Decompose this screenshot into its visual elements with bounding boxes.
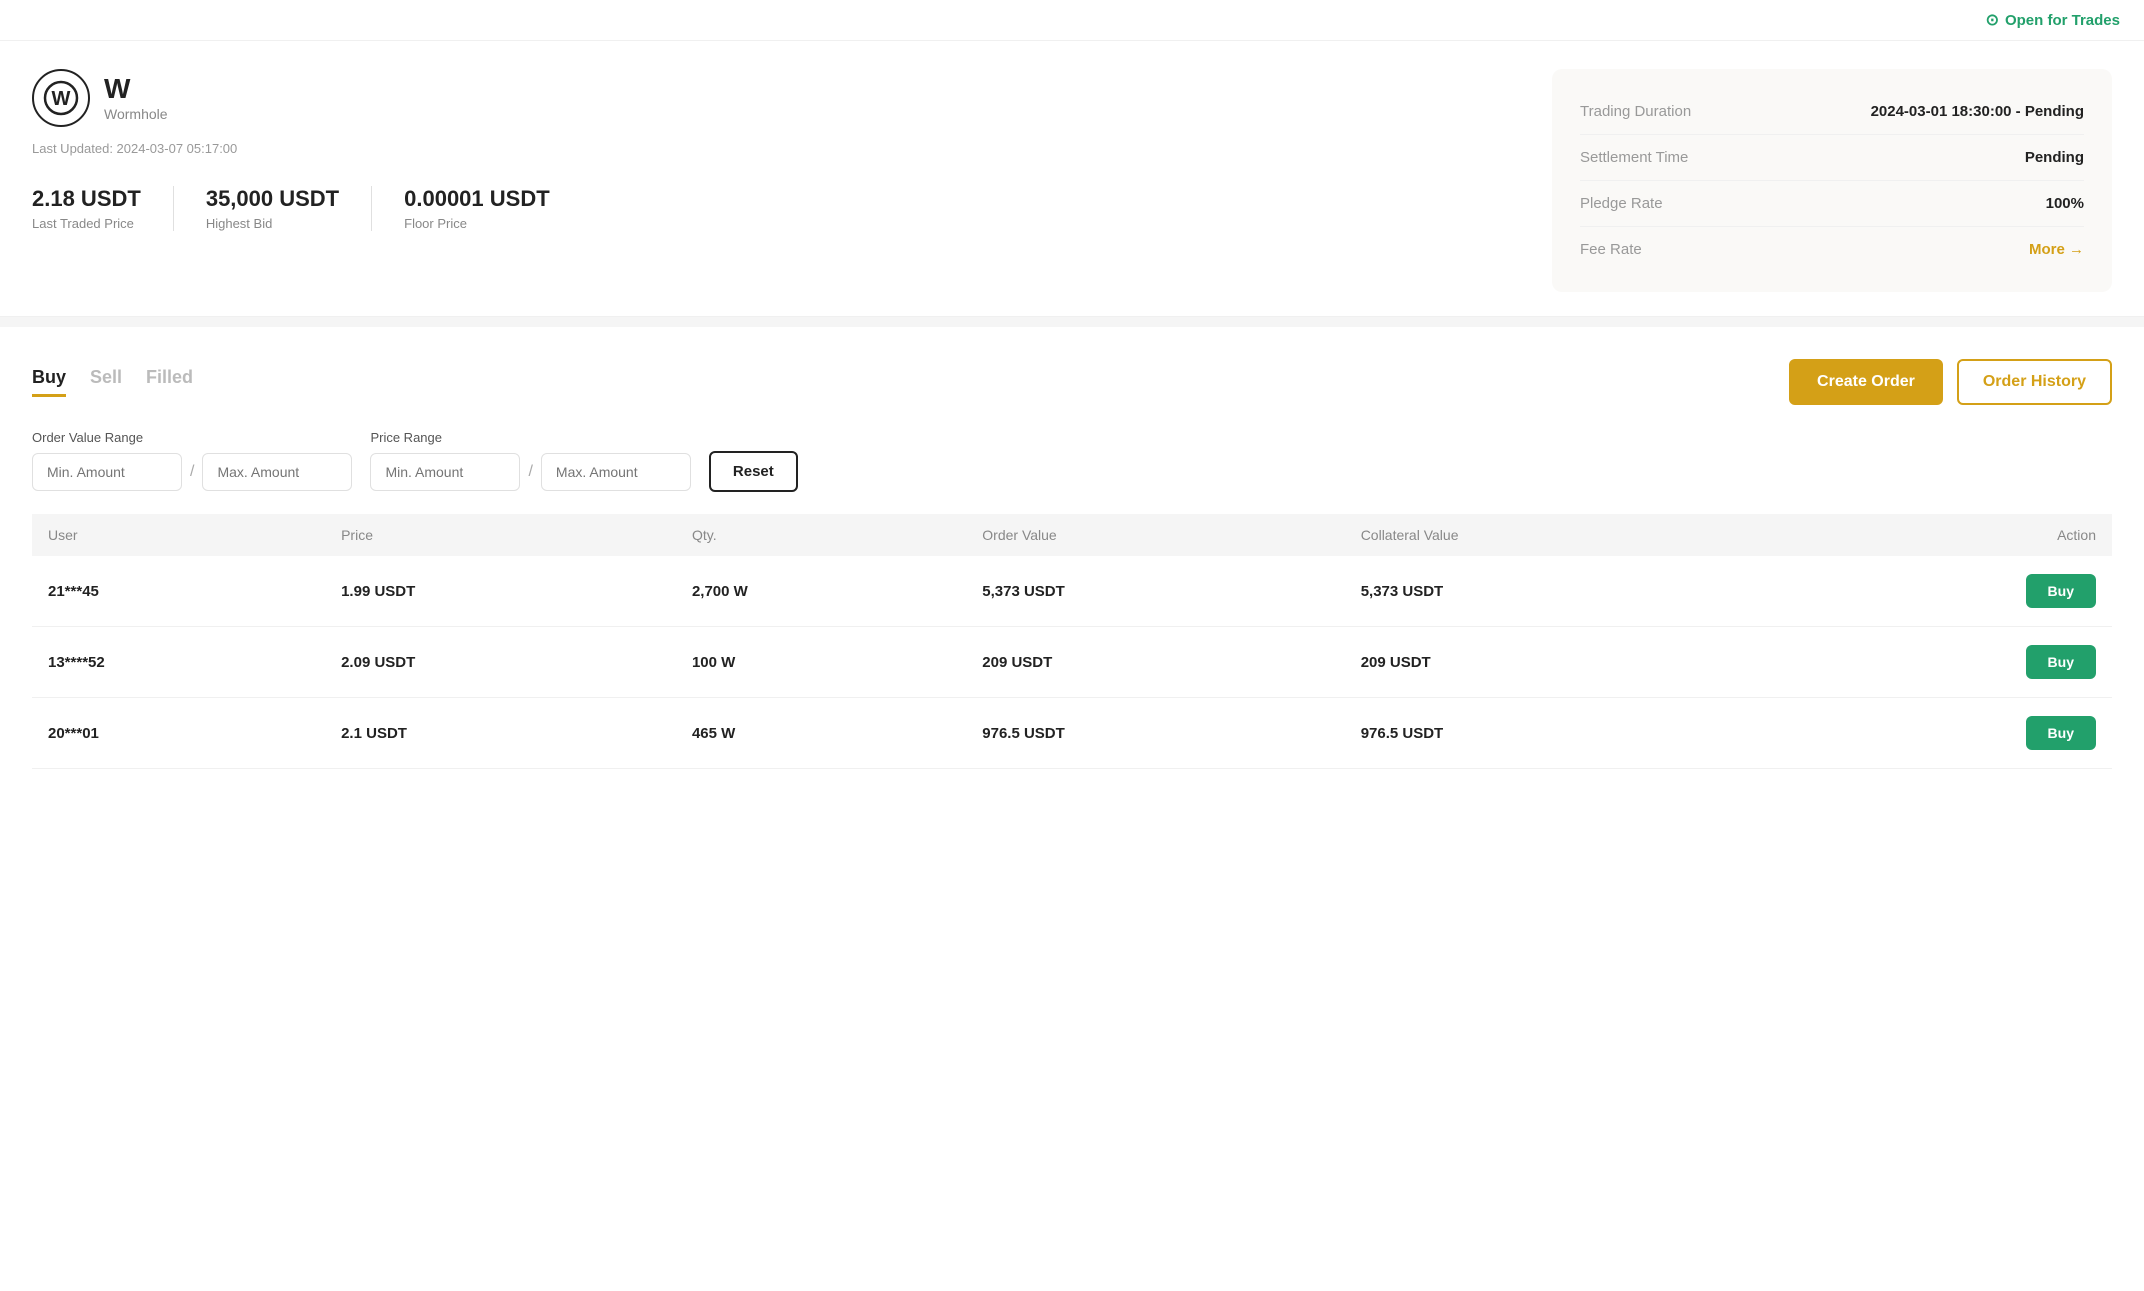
price-separator: / [528,463,532,481]
fee-rate-more-link[interactable]: More → [2029,241,2084,258]
tab-filled[interactable]: Filled [146,367,193,397]
filters-row: Order Value Range / Price Range / Reset [32,429,2112,492]
order-value-inputs: / [32,453,352,491]
info-panel: Trading Duration 2024-03-01 18:30:00 - P… [1552,69,2112,292]
buy-button-0[interactable]: Buy [2026,574,2096,608]
table-row: 21***45 1.99 USDT 2,700 W 5,373 USDT 5,3… [32,556,2112,627]
cell-action-0: Buy [1773,556,2112,627]
price-max-input[interactable] [541,453,691,491]
last-traded-label: Last Traded Price [32,216,141,231]
fee-rate-key: Fee Rate [1580,241,1642,258]
cell-user-0: 21***45 [32,556,325,627]
asset-info: W W Wormhole Last Updated: 2024-03-07 05… [32,69,582,231]
svg-text:W: W [52,88,71,110]
asset-full-name: Wormhole [104,106,168,122]
trading-duration-value: 2024-03-01 18:30:00 - Pending [1871,103,2084,120]
cell-qty-1: 100 W [676,627,966,698]
col-action: Action [1773,514,2112,556]
col-user: User [32,514,325,556]
cell-user-2: 20***01 [32,698,325,769]
last-traded-value: 2.18 USDT [32,186,141,212]
table-body: 21***45 1.99 USDT 2,700 W 5,373 USDT 5,3… [32,556,2112,769]
cell-qty-0: 2,700 W [676,556,966,627]
settlement-time-value: Pending [2025,149,2084,166]
cell-price-0: 1.99 USDT [325,556,676,627]
settlement-time-key: Settlement Time [1580,149,1688,166]
cell-order-val-0: 5,373 USDT [966,556,1344,627]
order-value-max-input[interactable] [202,453,352,491]
asset-name-block: W Wormhole [104,74,168,123]
check-circle-icon: ⊙ [1986,10,1999,30]
price-row: 2.18 USDT Last Traded Price 35,000 USDT … [32,186,582,231]
order-tabs: Buy Sell Filled [32,367,193,397]
wormhole-icon: W [43,80,79,116]
tab-sell[interactable]: Sell [90,367,122,397]
cell-collateral-0: 5,373 USDT [1345,556,1774,627]
order-value-range-label: Order Value Range [32,430,352,445]
section-divider [0,317,2144,327]
cell-collateral-2: 976.5 USDT [1345,698,1774,769]
cell-collateral-1: 209 USDT [1345,627,1774,698]
highest-bid-label: Highest Bid [206,216,339,231]
col-price: Price [325,514,676,556]
asset-title: W W Wormhole [32,69,582,127]
cell-price-2: 2.1 USDT [325,698,676,769]
cell-action-1: Buy [1773,627,2112,698]
asset-symbol: W [104,74,168,105]
trading-duration-row: Trading Duration 2024-03-01 18:30:00 - P… [1580,89,2084,135]
price-range-filter: Price Range / [370,430,690,491]
col-qty: Qty. [676,514,966,556]
cell-order-val-2: 976.5 USDT [966,698,1344,769]
highest-bid: 35,000 USDT Highest Bid [173,186,371,231]
order-value-filter: Order Value Range / [32,430,352,491]
open-trades-status: ⊙ Open for Trades [1986,10,2120,30]
top-bar: ⊙ Open for Trades [0,0,2144,41]
settlement-time-row: Settlement Time Pending [1580,135,2084,181]
pledge-rate-row: Pledge Rate 100% [1580,181,2084,227]
cell-user-1: 13****52 [32,627,325,698]
order-history-button[interactable]: Order History [1957,359,2112,405]
pledge-rate-key: Pledge Rate [1580,195,1663,212]
order-value-separator: / [190,463,194,481]
table-header: User Price Qty. Order Value Collateral V… [32,514,2112,556]
tab-buy[interactable]: Buy [32,367,66,397]
price-min-input[interactable] [370,453,520,491]
reset-button[interactable]: Reset [709,451,798,492]
floor-price-label: Floor Price [404,216,550,231]
floor-price-value: 0.00001 USDT [404,186,550,212]
cell-action-2: Buy [1773,698,2112,769]
order-section: Buy Sell Filled Create Order Order Histo… [0,327,2144,801]
cell-order-val-1: 209 USDT [966,627,1344,698]
tab-action-buttons: Create Order Order History [1789,359,2112,405]
orders-table: User Price Qty. Order Value Collateral V… [32,514,2112,769]
last-updated: Last Updated: 2024-03-07 05:17:00 [32,141,582,156]
col-collateral: Collateral Value [1345,514,1774,556]
order-value-min-input[interactable] [32,453,182,491]
buy-button-2[interactable]: Buy [2026,716,2096,750]
create-order-button[interactable]: Create Order [1789,359,1943,405]
tabs-bar: Buy Sell Filled Create Order Order Histo… [32,359,2112,405]
buy-button-1[interactable]: Buy [2026,645,2096,679]
price-range-label: Price Range [370,430,690,445]
last-traded-price: 2.18 USDT Last Traded Price [32,186,173,231]
table-header-row: User Price Qty. Order Value Collateral V… [32,514,2112,556]
pledge-rate-value: 100% [2046,195,2084,212]
asset-logo: W [32,69,90,127]
col-order-value: Order Value [966,514,1344,556]
header-section: W W Wormhole Last Updated: 2024-03-07 05… [0,41,2144,317]
table-row: 20***01 2.1 USDT 465 W 976.5 USDT 976.5 … [32,698,2112,769]
highest-bid-value: 35,000 USDT [206,186,339,212]
cell-qty-2: 465 W [676,698,966,769]
fee-rate-row: Fee Rate More → [1580,227,2084,272]
trading-duration-key: Trading Duration [1580,103,1691,120]
cell-price-1: 2.09 USDT [325,627,676,698]
table-row: 13****52 2.09 USDT 100 W 209 USDT 209 US… [32,627,2112,698]
floor-price: 0.00001 USDT Floor Price [371,186,582,231]
price-range-inputs: / [370,453,690,491]
